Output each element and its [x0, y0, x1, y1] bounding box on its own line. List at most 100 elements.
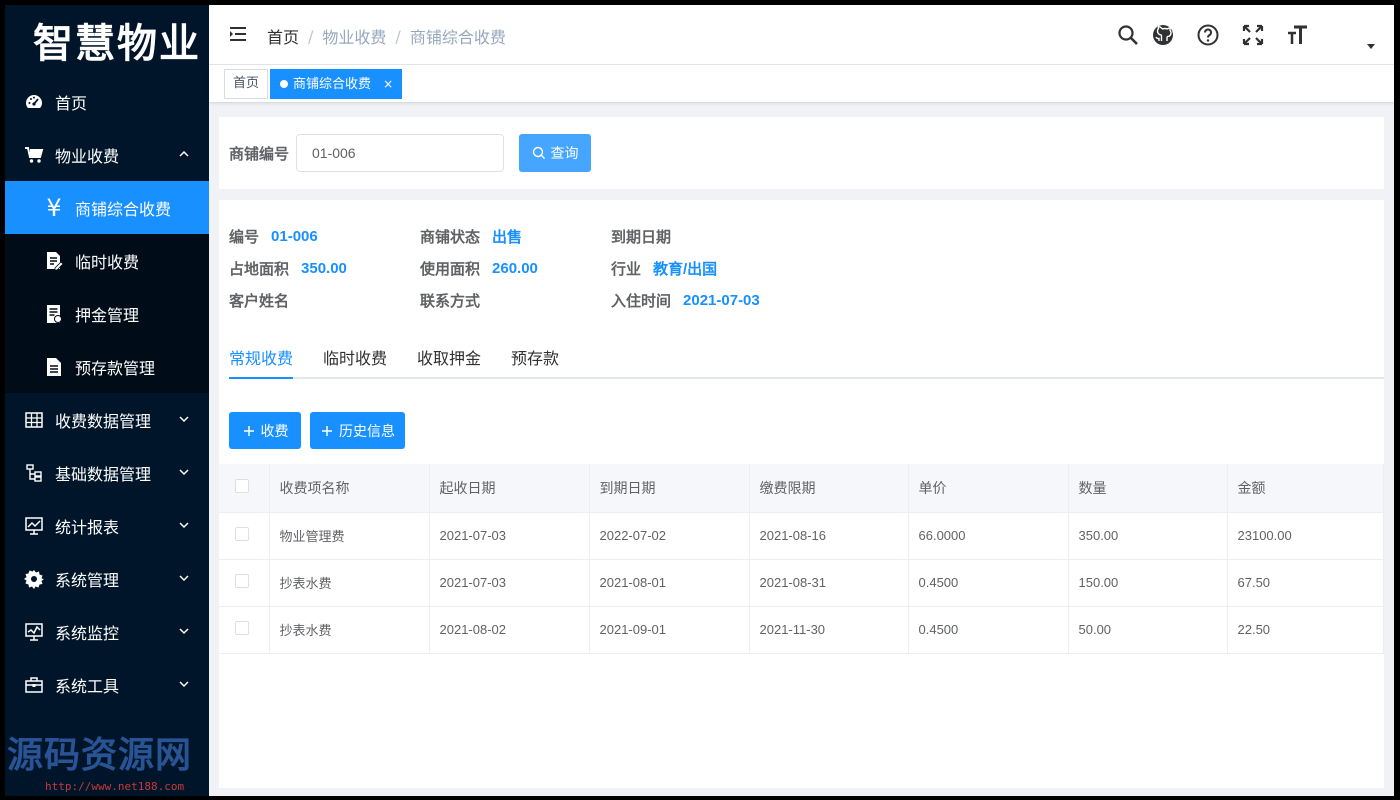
- shop-code-input[interactable]: [296, 134, 504, 172]
- chevron-down-icon: [179, 469, 189, 476]
- unit-price: 0.4500: [908, 559, 1069, 607]
- sidebar-item-label: 系统工具: [55, 676, 120, 696]
- sidebar-item-label: 基础数据管理: [55, 464, 152, 484]
- sidebar-item-label: 系统监控: [55, 623, 120, 643]
- search-icon: [532, 146, 546, 160]
- sidebar-item-label: 首页: [55, 93, 88, 113]
- info-use-area: 使用面积 260.00: [420, 260, 538, 278]
- yen-icon: ¥: [46, 193, 62, 222]
- tab-prepaid[interactable]: 预存款: [511, 345, 559, 379]
- hamburger-icon[interactable]: [227, 23, 249, 45]
- tag-shop-fee[interactable]: 商铺综合收费 ×: [270, 69, 403, 99]
- fee-item-name: 抄表水费: [269, 559, 430, 607]
- shop-code-value: 01-006: [271, 228, 318, 245]
- tree-icon: [23, 462, 45, 484]
- start-date: 2021-07-03: [429, 512, 590, 560]
- sidebar: 智慧物业 首页 物业收费 ¥ 商铺综合收费 临时收费 押金管理 预存款管理 收费…: [5, 5, 209, 796]
- history-button[interactable]: 历史信息: [310, 412, 405, 449]
- end-date: 2022-07-02: [589, 512, 750, 560]
- plus-icon: [320, 424, 334, 438]
- sidebar-item-prepaid[interactable]: 预存款管理: [5, 340, 209, 393]
- sidebar-item-fee-data[interactable]: 收费数据管理: [5, 393, 209, 446]
- chevron-down-icon: [179, 628, 189, 635]
- row-checkbox[interactable]: [235, 621, 249, 635]
- caret-down-icon[interactable]: [1366, 43, 1376, 51]
- column-header[interactable]: 到期日期: [589, 464, 750, 513]
- search-icon[interactable]: [1115, 22, 1141, 48]
- chevron-down-icon: [179, 575, 189, 582]
- close-icon[interactable]: ×: [383, 77, 393, 91]
- sidebar-item-reports[interactable]: 统计报表: [5, 499, 209, 552]
- tab-regular-fee[interactable]: 常规收费: [229, 345, 294, 379]
- checkin-date-value: 2021-07-03: [683, 292, 760, 309]
- table-header-row: 收费项名称 起收日期 到期日期 缴费限期 单价 数量 金额: [219, 464, 1384, 513]
- amount: 23100.00: [1227, 512, 1384, 560]
- info-area: 占地面积 350.00: [229, 260, 347, 278]
- chevron-down-icon: [179, 416, 189, 423]
- end-date: 2021-08-01: [589, 559, 750, 607]
- monitor-icon: [23, 621, 45, 643]
- info-contact: 联系方式: [420, 292, 481, 310]
- toolbox-icon: [23, 674, 45, 696]
- github-icon[interactable]: [1150, 22, 1176, 48]
- sidebar-item-base-data[interactable]: 基础数据管理: [5, 446, 209, 499]
- info-checkin: 入住时间 2021-07-03: [611, 292, 760, 310]
- top-header: 首页 / 物业收费 / 商铺综合收费: [209, 5, 1394, 65]
- add-fee-button[interactable]: 收费: [229, 412, 301, 449]
- column-header[interactable]: 数量: [1068, 464, 1228, 513]
- info-expire: 到期日期: [611, 228, 672, 246]
- help-icon[interactable]: [1195, 22, 1221, 48]
- industry-value: 教育/出国: [653, 261, 718, 278]
- quantity: 350.00: [1068, 512, 1228, 560]
- breadcrumb: 首页 / 物业收费 / 商铺综合收费: [267, 24, 506, 48]
- column-header[interactable]: 起收日期: [429, 464, 590, 513]
- tab-deposit[interactable]: 收取押金: [417, 345, 481, 379]
- sidebar-item-property-fee[interactable]: 物业收费: [5, 128, 209, 181]
- sidebar-item-temp-fee[interactable]: 临时收费: [5, 234, 209, 287]
- use-area-value: 260.00: [492, 260, 538, 277]
- tag-home[interactable]: 首页: [224, 69, 269, 99]
- shop-detail-card: 编号 01-006 商铺状态 出售 到期日期 占地面积 350.00 使用面积 …: [219, 200, 1384, 788]
- app-frame: 智慧物业 首页 物业收费 ¥ 商铺综合收费 临时收费 押金管理 预存款管理 收费…: [5, 5, 1394, 796]
- select-all-checkbox[interactable]: [235, 478, 249, 493]
- breadcrumb-property-fee[interactable]: 物业收费: [322, 24, 386, 48]
- column-header[interactable]: 金额: [1227, 464, 1384, 513]
- column-header[interactable]: 缴费限期: [749, 464, 909, 513]
- sidebar-item-label: 物业收费: [55, 146, 120, 166]
- table-row[interactable]: 物业管理费 2021-07-03 2022-07-02 2021-08-16 6…: [219, 512, 1384, 560]
- sidebar-item-label: 押金管理: [75, 305, 140, 325]
- tab-temp-fee[interactable]: 临时收费: [323, 345, 387, 379]
- fee-item-name: 物业管理费: [269, 512, 430, 560]
- sidebar-item-system[interactable]: 系统管理: [5, 552, 209, 605]
- info-customer: 客户姓名: [229, 292, 290, 310]
- chevron-up-icon: [179, 150, 189, 157]
- cart-icon: [23, 144, 45, 166]
- receipt-icon: [43, 303, 65, 325]
- chart-icon: [23, 515, 45, 537]
- active-dot-icon: [280, 80, 288, 88]
- sidebar-item-label: 收费数据管理: [55, 411, 152, 431]
- fullscreen-icon[interactable]: [1240, 22, 1266, 48]
- font-size-icon[interactable]: [1285, 22, 1311, 48]
- column-header[interactable]: 收费项名称: [269, 464, 430, 513]
- unit-price: 0.4500: [908, 606, 1069, 654]
- table-row[interactable]: 抄表水费 2021-07-03 2021-08-01 2021-08-31 0.…: [219, 559, 1384, 607]
- start-date: 2021-08-02: [429, 606, 590, 654]
- due-date: 2021-08-16: [749, 512, 909, 560]
- sidebar-item-home[interactable]: 首页: [5, 75, 209, 128]
- column-header[interactable]: 单价: [908, 464, 1069, 513]
- sidebar-item-monitor[interactable]: 系统监控: [5, 605, 209, 658]
- sidebar-item-tools[interactable]: 系统工具: [5, 658, 209, 711]
- info-code: 编号 01-006: [229, 228, 318, 246]
- sidebar-item-label: 统计报表: [55, 517, 120, 537]
- breadcrumb-home[interactable]: 首页: [267, 24, 299, 48]
- sidebar-item-shop-fee[interactable]: ¥ 商铺综合收费: [5, 181, 209, 234]
- query-button[interactable]: 查询: [519, 134, 591, 172]
- start-date: 2021-07-03: [429, 559, 590, 607]
- sidebar-item-label: 预存款管理: [75, 358, 156, 378]
- row-checkbox[interactable]: [235, 574, 249, 588]
- quantity: 150.00: [1068, 559, 1228, 607]
- sidebar-item-deposit[interactable]: 押金管理: [5, 287, 209, 340]
- table-row[interactable]: 抄表水费 2021-08-02 2021-09-01 2021-11-30 0.…: [219, 606, 1384, 654]
- row-checkbox[interactable]: [235, 527, 249, 541]
